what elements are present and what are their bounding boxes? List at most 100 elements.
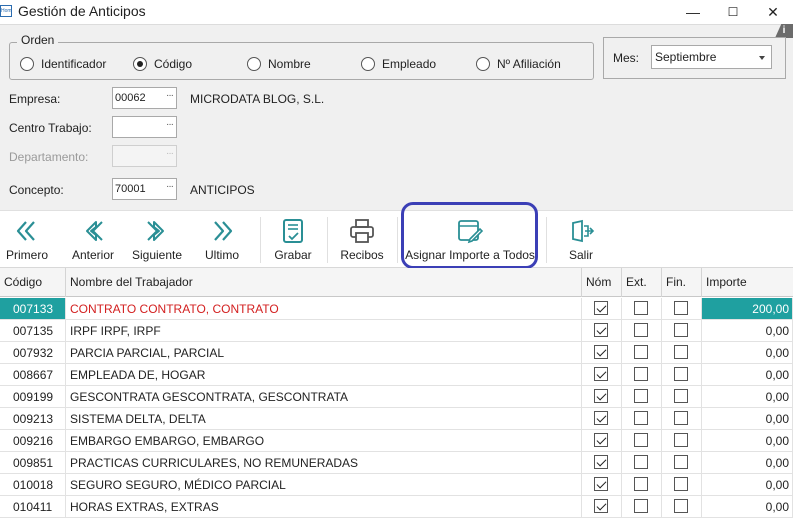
radio-identificador[interactable]: Identificador <box>20 57 106 71</box>
header-nom[interactable]: Nóm <box>582 268 622 297</box>
checkbox-ext[interactable] <box>634 433 648 447</box>
cell-importe[interactable]: 0,00 <box>702 386 793 407</box>
grabar-button[interactable]: Grabar <box>268 211 318 269</box>
cell-importe[interactable]: 0,00 <box>702 364 793 385</box>
checkbox-fin[interactable] <box>674 433 688 447</box>
checkbox-fin[interactable] <box>674 345 688 359</box>
table-row[interactable]: 009199 GESCONTRATA GESCONTRATA, GESCONTRA… <box>0 386 793 408</box>
cell-importe[interactable]: 0,00 <box>702 342 793 363</box>
radio-nombre[interactable]: Nombre <box>247 57 311 71</box>
centro-code-input[interactable]: ··· <box>112 116 177 138</box>
minimize-button[interactable]: — <box>673 0 713 24</box>
header-nombre[interactable]: Nombre del Trabajador <box>66 268 582 297</box>
primero-button[interactable]: Primero <box>2 211 52 269</box>
ultimo-button[interactable]: Ultimo <box>196 211 248 269</box>
lookup-dots-icon[interactable]: ··· <box>166 90 174 101</box>
table-row[interactable]: 010411 HORAS EXTRAS, EXTRAS 0,00 <box>0 496 793 518</box>
siguiente-button[interactable]: Siguiente <box>128 211 186 269</box>
checkbox-fin[interactable] <box>674 499 688 513</box>
checkbox-ext[interactable] <box>634 499 648 513</box>
empresa-code-input[interactable]: 00062 ··· <box>112 87 177 109</box>
checkbox-ext[interactable] <box>634 301 648 315</box>
checkbox-ext[interactable] <box>634 367 648 381</box>
cell-importe[interactable]: 0,00 <box>702 452 793 473</box>
table-row[interactable]: 009216 EMBARGO EMBARGO, EMBARGO 0,00 <box>0 430 793 452</box>
checkbox-fin[interactable] <box>674 389 688 403</box>
cell-codigo[interactable]: 009213 <box>0 408 66 429</box>
table-row[interactable]: 007932 PARCIA PARCIAL, PARCIAL 0,00 <box>0 342 793 364</box>
checkbox-nom[interactable] <box>594 433 608 447</box>
table-row[interactable]: 009851 PRACTICAS CURRICULARES, NO REMUNER… <box>0 452 793 474</box>
checkbox-fin[interactable] <box>674 477 688 491</box>
table-row[interactable]: 007133 CONTRATO CONTRATO, CONTRATO 200,00 <box>0 298 793 320</box>
cell-codigo[interactable]: 010411 <box>0 496 66 517</box>
checkbox-ext[interactable] <box>634 455 648 469</box>
checkbox-nom[interactable] <box>594 367 608 381</box>
header-fin[interactable]: Fin. <box>662 268 702 297</box>
radio-codigo[interactable]: Código <box>133 57 192 71</box>
checkbox-fin[interactable] <box>674 301 688 315</box>
anterior-button[interactable]: Anterior <box>66 211 120 269</box>
table-row[interactable]: 007135 IRPF IRPF, IRPF 0,00 <box>0 320 793 342</box>
recibos-button[interactable]: Recibos <box>336 211 388 269</box>
checkbox-fin[interactable] <box>674 411 688 425</box>
grabar-label: Grabar <box>274 248 312 262</box>
checkbox-nom[interactable] <box>594 345 608 359</box>
cell-nombre[interactable]: HORAS EXTRAS, EXTRAS <box>66 496 582 517</box>
checkbox-ext[interactable] <box>634 477 648 491</box>
checkbox-nom[interactable] <box>594 499 608 513</box>
checkbox-ext[interactable] <box>634 345 648 359</box>
checkbox-nom[interactable] <box>594 389 608 403</box>
cell-nombre[interactable]: CONTRATO CONTRATO, CONTRATO <box>66 298 582 319</box>
checkbox-fin[interactable] <box>674 323 688 337</box>
checkbox-nom[interactable] <box>594 411 608 425</box>
checkbox-nom[interactable] <box>594 301 608 315</box>
cell-importe[interactable]: 200,00 <box>702 298 793 319</box>
table-row[interactable]: 008667 EMPLEADA DE, HOGAR 0,00 <box>0 364 793 386</box>
cell-codigo[interactable]: 007133 <box>0 298 66 319</box>
cell-nombre[interactable]: EMPLEADA DE, HOGAR <box>66 364 582 385</box>
table-row[interactable]: 009213 SISTEMA DELTA, DELTA 0,00 <box>0 408 793 430</box>
cell-importe[interactable]: 0,00 <box>702 408 793 429</box>
checkbox-ext[interactable] <box>634 411 648 425</box>
cell-nombre[interactable]: EMBARGO EMBARGO, EMBARGO <box>66 430 582 451</box>
radio-empleado[interactable]: Empleado <box>361 57 436 71</box>
lookup-dots-icon[interactable]: ··· <box>166 119 174 130</box>
cell-nombre[interactable]: IRPF IRPF, IRPF <box>66 320 582 341</box>
cell-ext <box>622 342 662 363</box>
checkbox-ext[interactable] <box>634 323 648 337</box>
checkbox-nom[interactable] <box>594 477 608 491</box>
lookup-dots-icon[interactable]: ··· <box>166 181 174 192</box>
cell-nombre[interactable]: SISTEMA DELTA, DELTA <box>66 408 582 429</box>
checkbox-nom[interactable] <box>594 323 608 337</box>
cell-importe[interactable]: 0,00 <box>702 496 793 517</box>
close-button[interactable]: ✕ <box>753 0 793 24</box>
salir-button[interactable]: Salir <box>558 211 604 269</box>
concepto-code-input[interactable]: 70001 ··· <box>112 178 177 200</box>
cell-nombre[interactable]: GESCONTRATA GESCONTRATA, GESCONTRATA <box>66 386 582 407</box>
cell-codigo[interactable]: 009199 <box>0 386 66 407</box>
cell-importe[interactable]: 0,00 <box>702 474 793 495</box>
header-codigo[interactable]: Código <box>0 268 66 297</box>
maximize-button[interactable]: ☐ <box>713 0 753 24</box>
cell-importe[interactable]: 0,00 <box>702 430 793 451</box>
cell-nombre[interactable]: PRACTICAS CURRICULARES, NO REMUNERADAS <box>66 452 582 473</box>
cell-importe[interactable]: 0,00 <box>702 320 793 341</box>
header-importe[interactable]: Importe <box>702 268 793 297</box>
cell-codigo[interactable]: 007932 <box>0 342 66 363</box>
header-ext[interactable]: Ext. <box>622 268 662 297</box>
checkbox-fin[interactable] <box>674 367 688 381</box>
cell-codigo[interactable]: 010018 <box>0 474 66 495</box>
cell-codigo[interactable]: 009851 <box>0 452 66 473</box>
cell-nombre[interactable]: PARCIA PARCIAL, PARCIAL <box>66 342 582 363</box>
mes-select[interactable]: Septiembre <box>651 45 772 69</box>
cell-codigo[interactable]: 007135 <box>0 320 66 341</box>
table-row[interactable]: 010018 SEGURO SEGURO, MÉDICO PARCIAL 0,00 <box>0 474 793 496</box>
cell-nombre[interactable]: SEGURO SEGURO, MÉDICO PARCIAL <box>66 474 582 495</box>
checkbox-ext[interactable] <box>634 389 648 403</box>
checkbox-nom[interactable] <box>594 455 608 469</box>
radio-afiliacion[interactable]: Nº Afiliación <box>476 57 561 71</box>
cell-codigo[interactable]: 009216 <box>0 430 66 451</box>
cell-codigo[interactable]: 008667 <box>0 364 66 385</box>
checkbox-fin[interactable] <box>674 455 688 469</box>
